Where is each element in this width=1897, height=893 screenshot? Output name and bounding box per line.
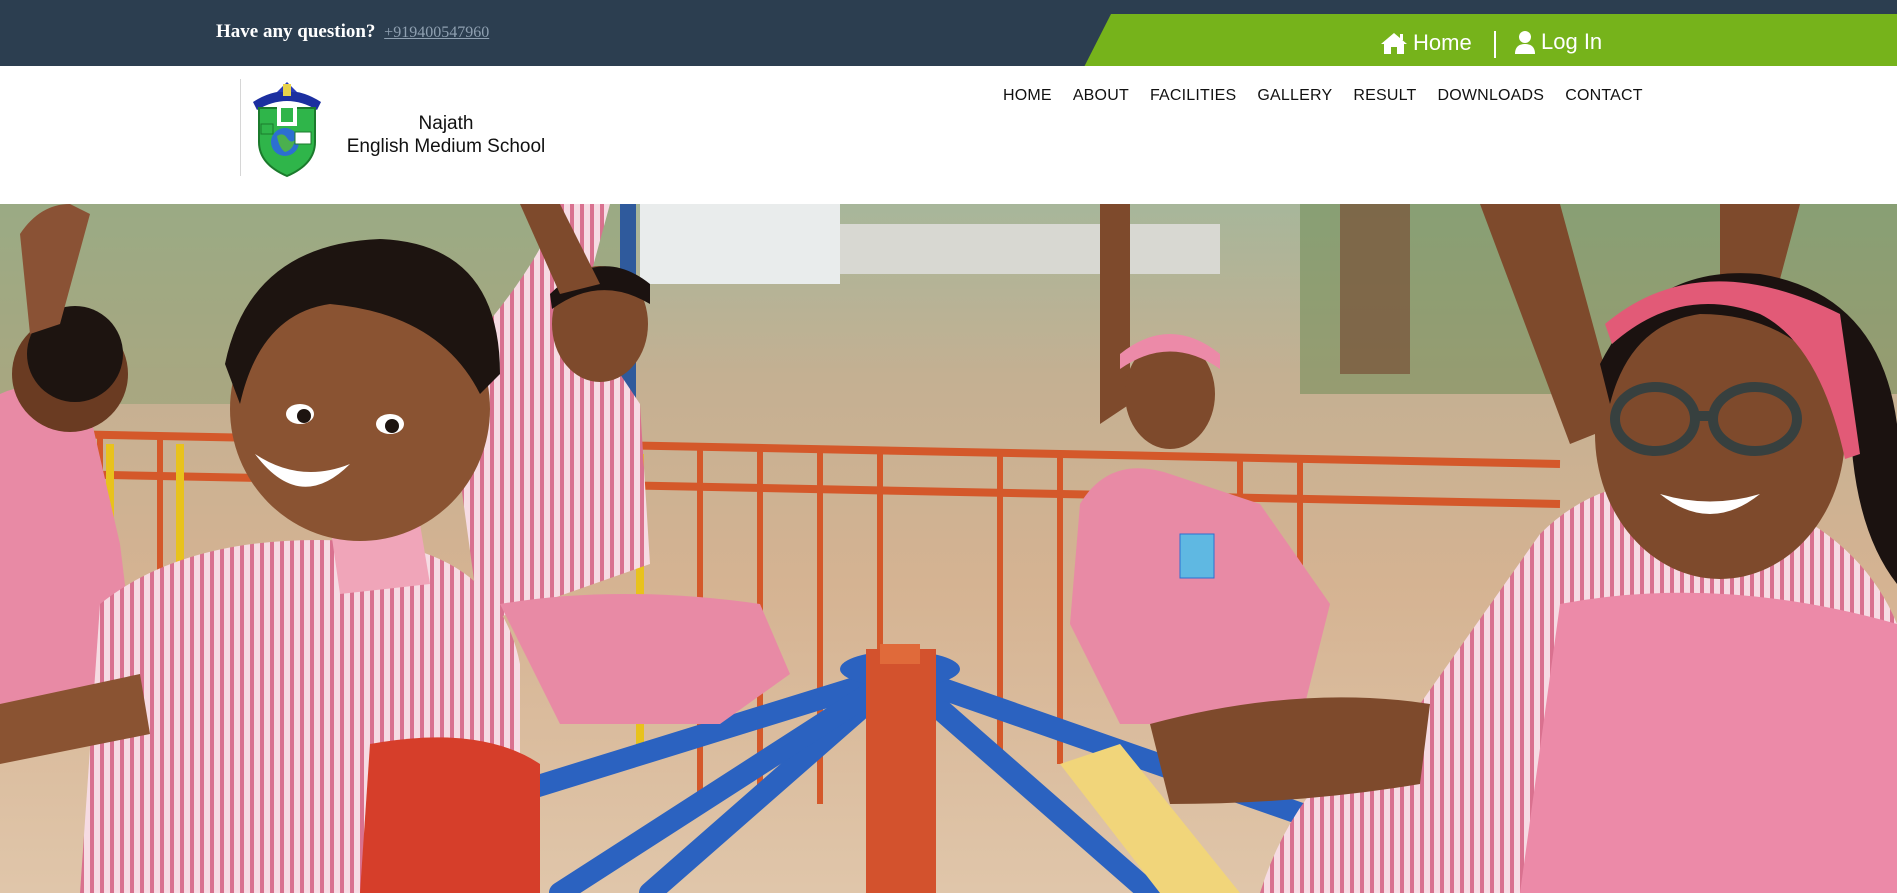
green-action-bar xyxy=(1081,14,1897,73)
contact-question: Have any question? +919400547960 xyxy=(216,21,489,43)
nav-downloads[interactable]: DOWNLOADS xyxy=(1437,87,1544,105)
school-name: Najath English Medium School xyxy=(337,112,555,158)
school-logo[interactable] xyxy=(247,80,327,183)
main-nav: HOME ABOUT FACILITIES GALLERY RESULT DOW… xyxy=(1003,87,1664,105)
nav-gallery[interactable]: GALLERY xyxy=(1257,87,1332,105)
login-link-label: Log In xyxy=(1541,29,1603,54)
login-top-link[interactable]: Log In xyxy=(1514,29,1602,55)
nav-contact[interactable]: CONTACT xyxy=(1565,87,1643,105)
school-name-line1: Najath xyxy=(418,113,474,134)
school-name-line2: English Medium School xyxy=(346,136,546,157)
home-icon xyxy=(1381,33,1407,54)
phone-link[interactable]: +919400547960 xyxy=(384,24,489,41)
logo-divider xyxy=(240,79,241,176)
home-link-label: Home xyxy=(1413,30,1472,55)
home-top-link[interactable]: Home xyxy=(1380,30,1472,56)
nav-home[interactable]: HOME xyxy=(1003,87,1052,105)
top-link-separator xyxy=(1494,31,1496,58)
site-header: Najath English Medium School HOME ABOUT … xyxy=(0,66,1897,204)
user-icon xyxy=(1515,31,1535,54)
nav-about[interactable]: ABOUT xyxy=(1073,87,1129,105)
nav-result[interactable]: RESULT xyxy=(1353,87,1416,105)
hero-image xyxy=(0,204,1897,893)
question-text: Have any question? xyxy=(216,21,376,42)
nav-facilities[interactable]: FACILITIES xyxy=(1150,87,1236,105)
